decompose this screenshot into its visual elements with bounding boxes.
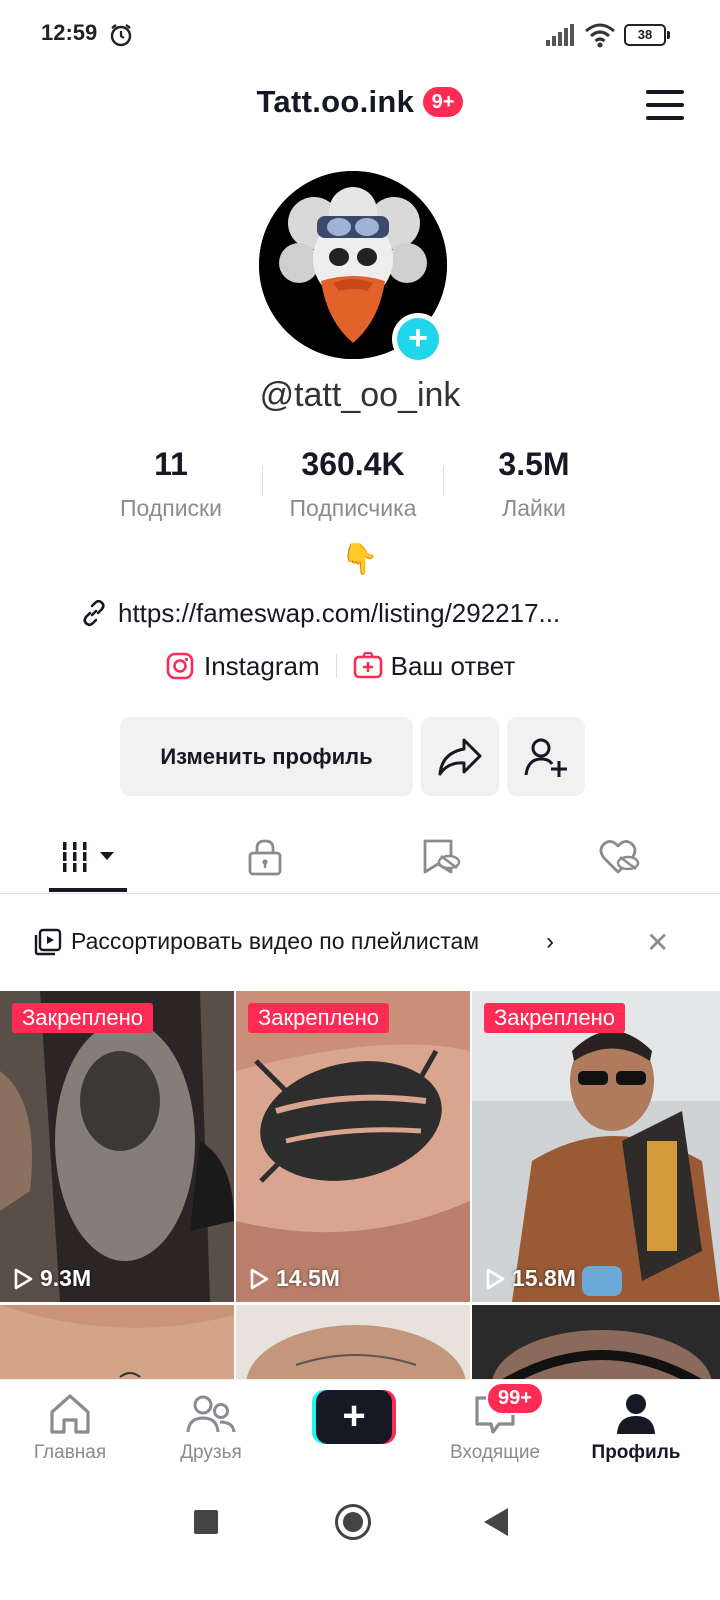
status-bar: 12:59 38 — [0, 0, 720, 70]
system-navigation-bar — [0, 1476, 720, 1600]
close-icon[interactable]: ✕ — [646, 926, 669, 959]
playlist-icon — [34, 928, 62, 956]
profile-stats: 11 Подписки 360.4K Подписчика 3.5M Лайки — [80, 446, 624, 526]
stat-likes[interactable]: 3.5M Лайки — [443, 446, 625, 522]
link-icon — [83, 599, 105, 627]
alarm-icon — [110, 24, 132, 47]
profile-tabs — [0, 820, 720, 894]
bio-link-text: https://fameswap.com/listing/292217... — [118, 597, 561, 628]
stat-value: 360.4K — [301, 446, 405, 482]
play-icon — [486, 1268, 505, 1289]
home-icon — [50, 1394, 90, 1434]
instagram-link[interactable]: Instagram — [204, 651, 320, 682]
stat-value: 3.5M — [498, 446, 570, 482]
bio-text: 👇 — [341, 543, 379, 576]
nav-friends[interactable]: Друзья — [141, 1380, 281, 1476]
view-count-text: 14.5M — [276, 1265, 340, 1291]
tab-liked[interactable] — [530, 820, 710, 894]
profile-header: Tatt.oo.ink 9+ — [0, 76, 720, 136]
tab-saved[interactable] — [352, 820, 532, 894]
nav-inbox-label: Входящие — [449, 1442, 541, 1463]
bottom-navigation: Главная Друзья + Входящие Профиль — [0, 1379, 720, 1475]
pinned-badge: Закреплено — [12, 1003, 153, 1033]
answer-link[interactable]: Ваш ответ — [391, 651, 516, 682]
playlist-banner[interactable]: Рассортировать видео по плейлистам › ✕ — [0, 912, 720, 972]
pinned-badge: Закреплено — [484, 1003, 625, 1033]
create-button[interactable]: + — [312, 1390, 396, 1444]
view-count: 15.8M — [484, 1265, 576, 1292]
video-grid: Закреплено 9.3M Закреплено 14.5M Закрепл… — [0, 991, 720, 1379]
nav-home[interactable]: Главная — [0, 1380, 140, 1476]
pinned-badge: Закреплено — [248, 1003, 389, 1033]
nav-home-label: Главная — [33, 1442, 107, 1463]
video-tile[interactable]: Закреплено 9.3M — [0, 991, 234, 1302]
stat-label: Лайки — [502, 495, 566, 521]
play-icon — [250, 1268, 269, 1289]
add-friend-button[interactable] — [507, 717, 585, 796]
username: @tatt_oo_ink — [259, 376, 461, 414]
active-tab-indicator — [49, 888, 127, 892]
video-tile[interactable]: Закреплено 14.5M — [236, 991, 470, 1302]
social-links: Instagram Ваш ответ — [166, 646, 515, 686]
battery-level: 38 — [624, 24, 666, 46]
back-button[interactable] — [484, 1508, 508, 1536]
plus-icon: + — [397, 318, 439, 360]
system-home-button[interactable] — [335, 1504, 371, 1540]
lock-icon — [248, 839, 282, 876]
edit-profile-button[interactable]: Изменить профиль — [120, 717, 413, 796]
signal-icon — [546, 24, 574, 46]
view-count: 14.5M — [248, 1265, 340, 1292]
video-tile[interactable]: Закреплено 15.8M — [472, 991, 720, 1302]
videos-grid-icon — [63, 842, 114, 872]
wifi-icon — [585, 23, 615, 48]
view-count-text: 15.8M — [512, 1265, 576, 1291]
battery-icon: 38 — [624, 24, 670, 46]
nav-friends-label: Друзья — [180, 1442, 242, 1463]
playlist-banner-text: Рассортировать видео по плейлистам — [71, 928, 480, 954]
video-tile[interactable] — [0, 1305, 234, 1379]
stat-value: 11 — [154, 446, 188, 482]
status-time: 12:59 — [41, 20, 98, 45]
heart-hidden-icon — [599, 840, 640, 874]
stat-followers[interactable]: 360.4K Подписчика — [262, 446, 444, 522]
share-icon — [438, 738, 482, 775]
chevron-right-icon: › — [546, 928, 554, 955]
hamburger-menu-icon[interactable] — [646, 90, 684, 120]
video-tile[interactable] — [472, 1305, 720, 1379]
video-tile[interactable] — [236, 1305, 470, 1379]
add-avatar-button[interactable]: + — [392, 313, 444, 365]
friends-icon — [186, 1395, 236, 1433]
bookmark-hidden-icon — [423, 839, 461, 874]
instagram-icon[interactable] — [166, 652, 194, 680]
share-profile-button[interactable] — [421, 717, 499, 796]
stat-following[interactable]: 11 Подписки — [80, 446, 262, 522]
inbox-badge: 99+ — [486, 1382, 544, 1415]
add-user-icon — [524, 738, 567, 777]
bio-link[interactable]: https://fameswap.com/listing/292217... — [78, 595, 560, 631]
plus-icon: + — [316, 1390, 392, 1444]
play-icon — [14, 1268, 33, 1289]
add-answer-icon[interactable] — [353, 652, 383, 680]
account-switcher-title[interactable]: Tatt.oo.ink — [257, 84, 415, 120]
stat-label: Подписчика — [289, 495, 417, 521]
recents-button[interactable] — [194, 1510, 218, 1534]
view-count: 9.3M — [12, 1265, 91, 1292]
stat-label: Подписки — [120, 495, 222, 521]
profile-icon — [617, 1394, 655, 1434]
notification-badge: 9+ — [422, 87, 464, 117]
tab-videos[interactable] — [0, 820, 180, 894]
nav-profile[interactable]: Профиль — [566, 1380, 706, 1476]
nav-profile-label: Профиль — [591, 1442, 681, 1463]
view-count-text: 9.3M — [40, 1265, 92, 1291]
tab-private[interactable] — [175, 820, 355, 894]
